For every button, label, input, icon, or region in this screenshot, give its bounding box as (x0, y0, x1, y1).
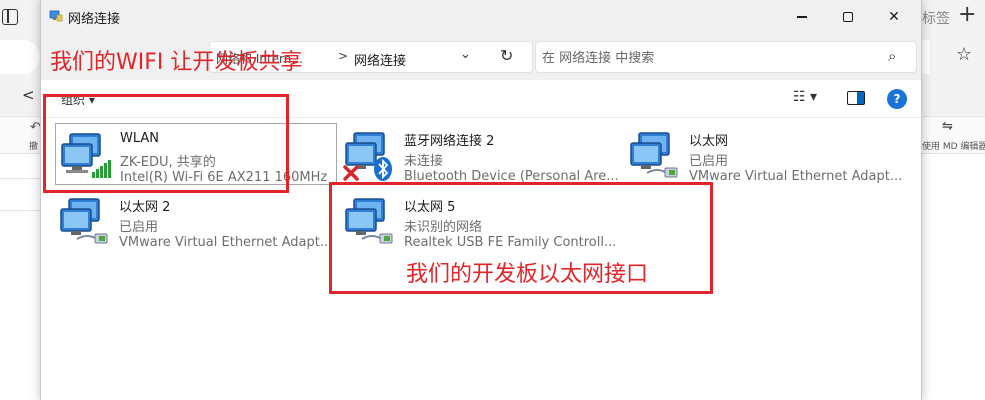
undo-label: 撤 (29, 142, 39, 152)
divider (0, 178, 40, 179)
swap-icon[interactable]: ⇋ (942, 119, 953, 134)
back-button[interactable]: < (22, 86, 35, 104)
background-app-right: 标签 + ☆ ⇋ 使用 MD 编辑器 (922, 0, 985, 400)
new-tab-button[interactable]: + (958, 2, 976, 27)
annotation-box-wifi (43, 94, 289, 193)
window-title: 网络连接 (68, 12, 121, 27)
connection-item-ethernet[interactable]: 以太网 已启用 VMware Virtual Ethernet Adapt... (625, 123, 907, 185)
md-editor-label: 使用 MD 编辑器 (922, 142, 985, 152)
connection-device: VMware Virtual Ethernet Adapt... (119, 235, 333, 250)
ethernet-adapter-icon (60, 198, 108, 244)
breadcrumb-current[interactable]: 网络连接 (354, 50, 406, 69)
connection-name: 以太网 (689, 134, 729, 149)
connection-item-bluetooth[interactable]: 蓝牙网络连接 2 未连接 Bluetooth Device (Personal … (340, 123, 622, 185)
network-folder-icon (49, 10, 63, 22)
background-app-left: < ↶ 撤 (0, 0, 41, 400)
title-bar: 网络连接 ✕ (41, 0, 921, 34)
divider (0, 210, 40, 211)
maximize-icon (843, 12, 853, 22)
connection-device: VMware Virtual Ethernet Adapt... (689, 169, 903, 184)
preview-pane-icon[interactable] (847, 91, 865, 105)
search-input[interactable] (542, 48, 872, 68)
connection-status: 未连接 (404, 154, 444, 169)
favorites-icon[interactable]: ☆ (956, 44, 972, 65)
tab-actions-icon[interactable] (2, 9, 18, 25)
editor-toolbar: ⇋ 使用 MD 编辑器 (922, 116, 985, 154)
browser-address-bar-edge (922, 40, 930, 74)
maximize-button[interactable] (825, 0, 871, 34)
connection-name: 以太网 2 (119, 200, 171, 215)
search-icon[interactable]: ⌕ (888, 47, 896, 65)
browser-address-bar[interactable] (0, 40, 40, 74)
ethernet-adapter-icon (630, 132, 678, 178)
search-box[interactable]: ⌕ (535, 41, 917, 73)
minimize-icon (797, 16, 807, 18)
editor-document (922, 154, 985, 400)
editor-toolbar: ↶ 撤 (0, 116, 41, 154)
bluetooth-adapter-icon (343, 132, 392, 181)
connection-name: 蓝牙网络连接 2 (404, 134, 495, 149)
help-icon[interactable]: ? (887, 89, 907, 109)
connection-item-ethernet-2[interactable]: 以太网 2 已启用 VMware Virtual Ethernet Adapt.… (55, 189, 337, 251)
connection-status: 已启用 (689, 154, 729, 169)
view-options-icon[interactable]: ☷ ▾ (793, 89, 817, 105)
chevron-down-icon[interactable]: ⌄ (460, 47, 471, 62)
editor-document (0, 154, 40, 400)
refresh-icon[interactable]: ↻ (500, 46, 513, 65)
minimize-button[interactable] (779, 0, 825, 34)
connection-status: 已启用 (119, 220, 159, 235)
annotation-board-note: 我们的开发板以太网接口 (406, 262, 649, 287)
close-button[interactable]: ✕ (871, 0, 917, 34)
annotation-wifi-note: 我们的WIFI 让开发板共享 (50, 50, 303, 75)
breadcrumb-chevron-icon[interactable]: > (338, 49, 348, 63)
browser-tab-fragment[interactable]: 标签 (922, 8, 950, 28)
